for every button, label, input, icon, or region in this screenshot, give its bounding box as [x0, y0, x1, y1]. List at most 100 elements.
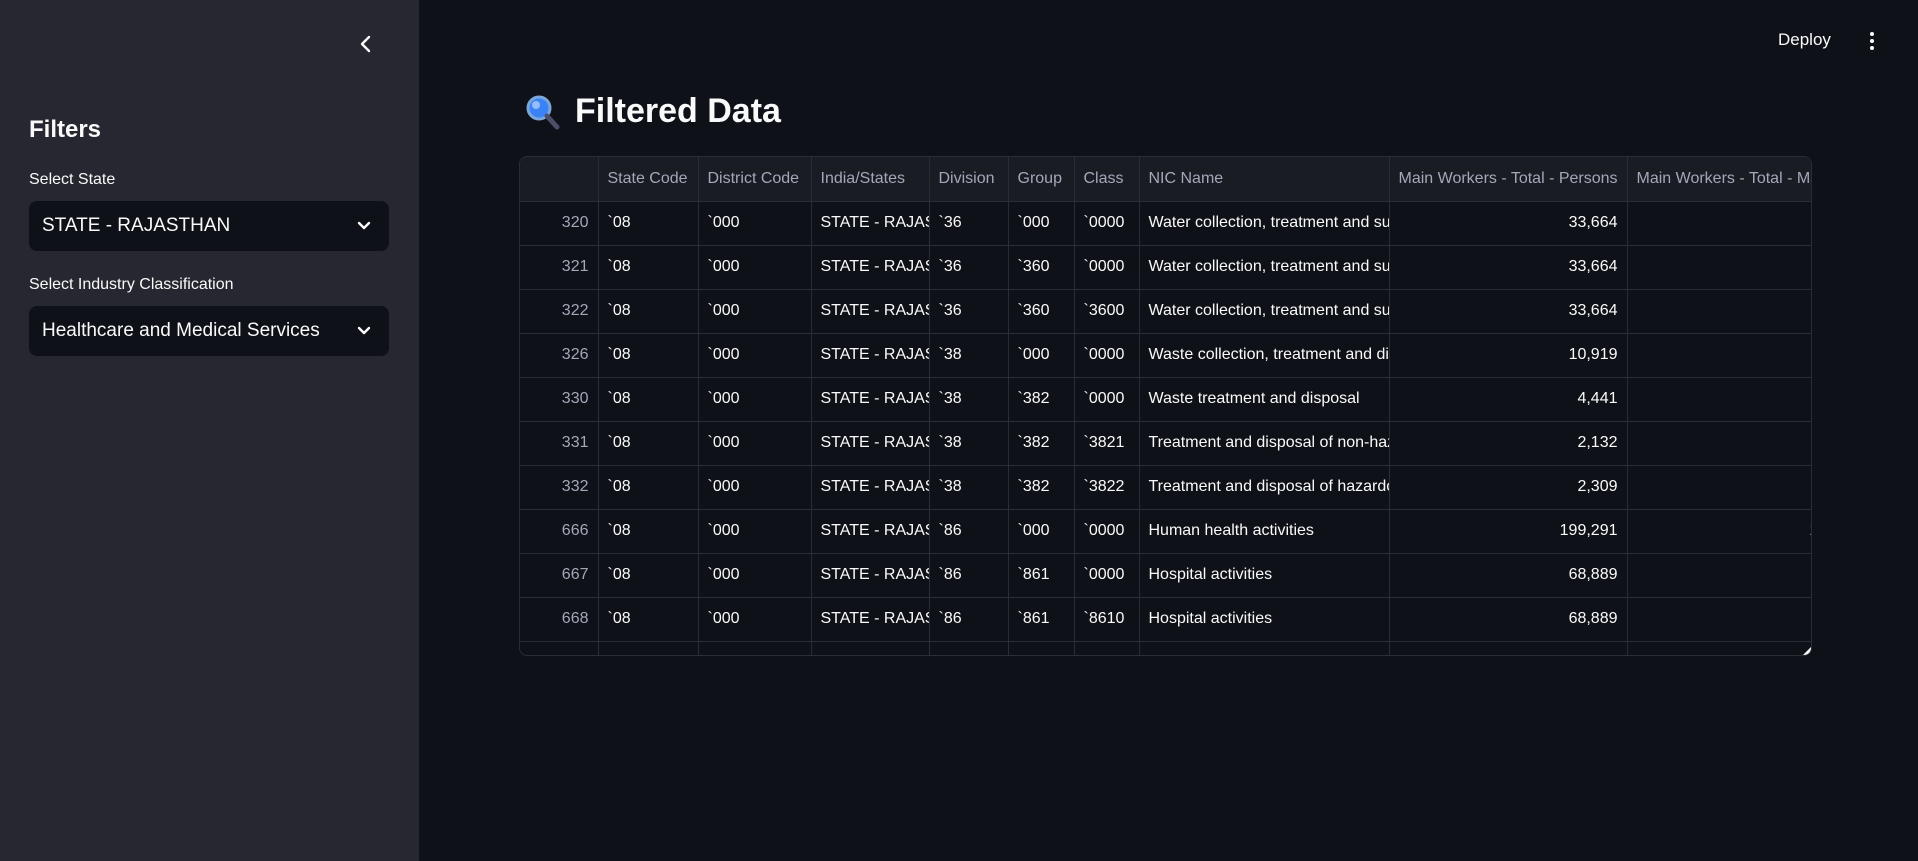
- table-cell[interactable]: `08: [598, 333, 699, 378]
- table-cell[interactable]: `08: [598, 421, 699, 466]
- table-cell[interactable]: 32,: [1627, 289, 1811, 334]
- table-cell[interactable]: `000: [698, 245, 812, 290]
- table-cell[interactable]: 33,664: [1389, 289, 1628, 334]
- table-cell[interactable]: STATE - RAJASTHAN: [811, 377, 930, 422]
- table-cell[interactable]: `38: [929, 333, 1009, 378]
- column-header[interactable]: India/States: [811, 157, 930, 202]
- table-cell[interactable]: `000: [698, 333, 812, 378]
- table-cell[interactable]: `0000: [1074, 201, 1140, 246]
- table-cell[interactable]: Hospital activities: [1139, 597, 1390, 642]
- deploy-button[interactable]: Deploy: [1772, 28, 1837, 54]
- table-cell[interactable]: 199,291: [1389, 509, 1628, 554]
- table-cell[interactable]: `0000: [1074, 509, 1140, 554]
- table-cell[interactable]: `000: [698, 289, 812, 334]
- table-cell[interactable]: 50,: [1627, 553, 1811, 598]
- table-cell[interactable]: 33,664: [1389, 245, 1628, 290]
- data-table[interactable]: State Code District Code India/States Di…: [519, 156, 1812, 656]
- table-cell[interactable]: `3822: [1074, 465, 1140, 510]
- table-row[interactable]: 332`08`000STATE - RAJASTHAN`38`382`3822T…: [520, 465, 1811, 510]
- table-cell[interactable]: `382: [1008, 377, 1075, 422]
- table-cell[interactable]: `000: [698, 509, 812, 554]
- table-row[interactable]: 321`08`000STATE - RAJASTHAN`36`360`0000W…: [520, 245, 1811, 290]
- state-select[interactable]: STATE - RAJASTHAN: [29, 201, 389, 251]
- table-cell[interactable]: 2,309: [1389, 465, 1628, 510]
- table-row[interactable]: 666`08`000STATE - RAJASTHAN`86`000`0000H…: [520, 509, 1811, 554]
- column-header[interactable]: Class: [1074, 157, 1140, 202]
- table-cell[interactable]: `000: [698, 553, 812, 598]
- table-cell[interactable]: Treatment and disposal of non-hazardous: [1139, 421, 1390, 466]
- table-cell[interactable]: `08: [598, 377, 699, 422]
- column-header[interactable]: Group: [1008, 157, 1075, 202]
- table-cell[interactable]: `3821: [1074, 421, 1140, 466]
- row-index-cell[interactable]: 322: [520, 289, 599, 334]
- table-cell[interactable]: STATE - RAJASTHAN: [811, 597, 930, 642]
- table-cell[interactable]: `86: [929, 597, 1009, 642]
- table-cell[interactable]: `000: [1008, 333, 1075, 378]
- table-cell[interactable]: `000: [698, 597, 812, 642]
- row-index-cell[interactable]: 331: [520, 421, 599, 466]
- resize-handle[interactable]: [1803, 647, 1811, 655]
- table-cell[interactable]: Water collection, treatment and supply: [1139, 245, 1390, 290]
- table-cell[interactable]: `08: [598, 553, 699, 598]
- column-header[interactable]: Division: [929, 157, 1009, 202]
- table-row[interactable]: 322`08`000STATE - RAJASTHAN`36`360`3600W…: [520, 289, 1811, 334]
- table-row[interactable]: 326`08`000STATE - RAJASTHAN`38`000`0000W…: [520, 333, 1811, 378]
- table-cell[interactable]: `000: [698, 465, 812, 510]
- table-cell[interactable]: 50,: [1627, 597, 1811, 642]
- table-cell[interactable]: STATE - RAJASTHAN: [811, 201, 930, 246]
- table-cell[interactable]: `0000: [1074, 333, 1140, 378]
- row-index-cell[interactable]: 321: [520, 245, 599, 290]
- table-row[interactable]: 330`08`000STATE - RAJASTHAN`38`382`0000W…: [520, 377, 1811, 422]
- table-cell[interactable]: 32,: [1627, 201, 1811, 246]
- collapse-sidebar-button[interactable]: [352, 30, 380, 58]
- industry-select[interactable]: Healthcare and Medical Services: [29, 306, 389, 356]
- table-cell[interactable]: `08: [598, 509, 699, 554]
- table-cell[interactable]: `000: [698, 421, 812, 466]
- table-row[interactable]: 331`08`000STATE - RAJASTHAN`38`382`3821T…: [520, 421, 1811, 466]
- table-cell[interactable]: `861: [1008, 553, 1075, 598]
- table-cell[interactable]: 68,889: [1389, 597, 1628, 642]
- table-cell[interactable]: `0000: [1074, 377, 1140, 422]
- table-cell[interactable]: `08: [598, 465, 699, 510]
- table-cell[interactable]: 33,664: [1389, 201, 1628, 246]
- table-cell[interactable]: `36: [929, 245, 1009, 290]
- table-cell[interactable]: Treatment and disposal of hazardous: [1139, 465, 1390, 510]
- table-cell[interactable]: `360: [1008, 245, 1075, 290]
- table-cell[interactable]: `8610: [1074, 597, 1140, 642]
- table-cell[interactable]: Human health activities: [1139, 509, 1390, 554]
- column-header[interactable]: State Code: [598, 157, 699, 202]
- table-cell[interactable]: 1,: [1627, 465, 1811, 510]
- table-cell[interactable]: 68,889: [1389, 553, 1628, 598]
- table-cell[interactable]: `86: [929, 509, 1009, 554]
- table-cell[interactable]: STATE - RAJASTHAN: [811, 509, 930, 554]
- table-cell[interactable]: `38: [929, 465, 1009, 510]
- table-cell[interactable]: `382: [1008, 421, 1075, 466]
- table-cell[interactable]: `000: [698, 201, 812, 246]
- table-cell[interactable]: STATE - RAJASTHAN: [811, 289, 930, 334]
- table-row[interactable]: 667`08`000STATE - RAJASTHAN`86`861`0000H…: [520, 553, 1811, 598]
- table-cell[interactable]: 2,132: [1389, 421, 1628, 466]
- table-cell[interactable]: `000: [698, 377, 812, 422]
- table-cell[interactable]: `0000: [1074, 553, 1140, 598]
- table-cell[interactable]: `36: [929, 289, 1009, 334]
- row-index-cell[interactable]: 332: [520, 465, 599, 510]
- table-cell[interactable]: 7,: [1627, 333, 1811, 378]
- table-cell[interactable]: STATE - RAJASTHAN: [811, 421, 930, 466]
- table-cell[interactable]: `08: [598, 289, 699, 334]
- table-cell[interactable]: `86: [929, 553, 1009, 598]
- row-index-cell[interactable]: 320: [520, 201, 599, 246]
- column-header[interactable]: NIC Name: [1139, 157, 1390, 202]
- table-cell[interactable]: `08: [598, 597, 699, 642]
- table-cell[interactable]: `08: [598, 201, 699, 246]
- table-row[interactable]: 668`08`000STATE - RAJASTHAN`86`861`8610H…: [520, 597, 1811, 642]
- row-index-cell[interactable]: 667: [520, 553, 599, 598]
- table-cell[interactable]: Waste treatment and disposal: [1139, 377, 1390, 422]
- table-cell[interactable]: `861: [1008, 597, 1075, 642]
- table-cell[interactable]: STATE - RAJASTHAN: [811, 465, 930, 510]
- table-cell[interactable]: 1,: [1627, 421, 1811, 466]
- column-header[interactable]: Main Workers - Total - Ma: [1627, 157, 1811, 202]
- table-cell[interactable]: `38: [929, 421, 1009, 466]
- column-header[interactable]: Main Workers - Total - Persons: [1389, 157, 1628, 202]
- column-header[interactable]: [520, 157, 599, 202]
- table-cell[interactable]: `000: [1008, 201, 1075, 246]
